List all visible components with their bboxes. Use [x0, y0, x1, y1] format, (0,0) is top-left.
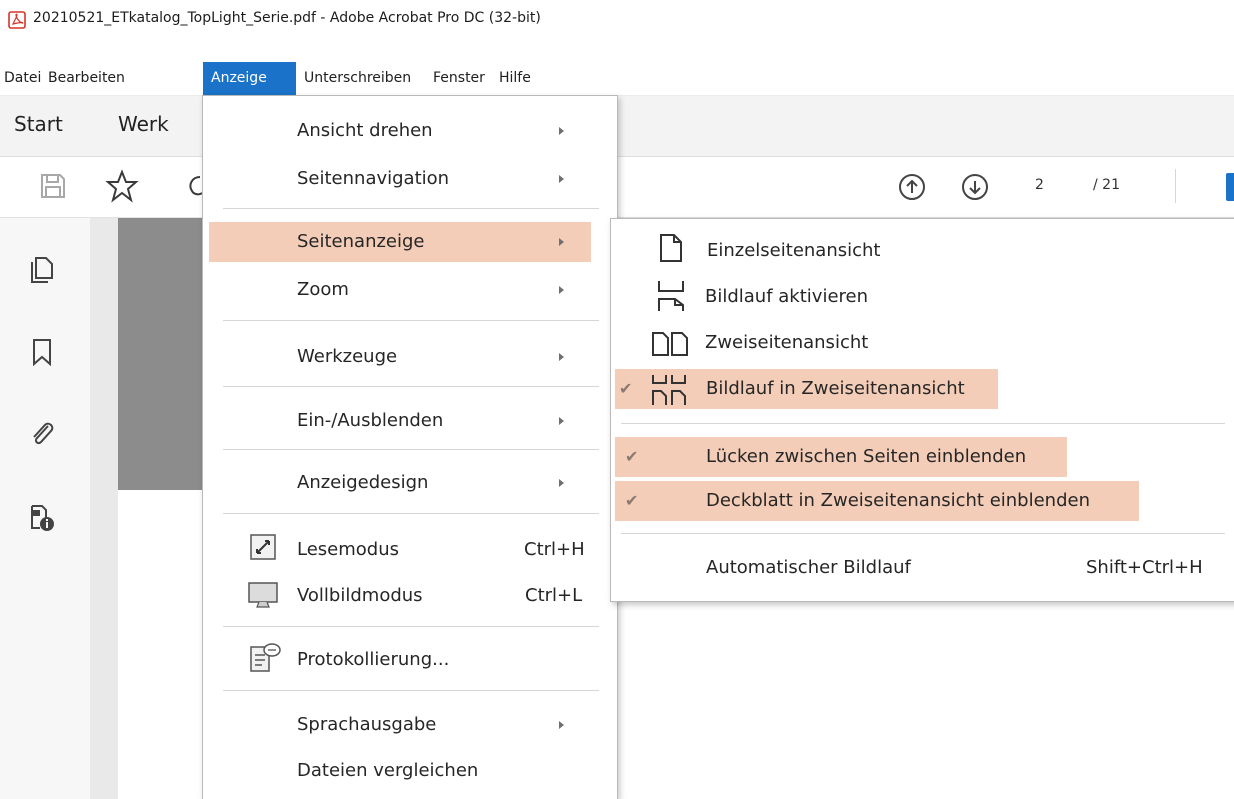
checkmark-icon: ✔ — [619, 379, 633, 398]
attachment-icon[interactable] — [24, 416, 60, 452]
submenu-arrow-icon — [559, 417, 564, 425]
menu-item-ein-ausblenden[interactable]: Ein-/Ausblenden — [203, 401, 617, 441]
next-page-button[interactable] — [962, 174, 988, 200]
submenu-item-einzelseitenansicht[interactable]: Einzelseitenansicht — [611, 231, 1234, 271]
menu-separator — [223, 449, 599, 450]
submenu-separator — [621, 423, 1225, 424]
submenu-arrow-icon — [559, 353, 564, 361]
window-title: 20210521_ETkatalog_TopLight_Serie.pdf - … — [33, 10, 541, 26]
menu-separator — [223, 626, 599, 627]
menu-separator — [223, 386, 599, 387]
checkmark-icon: ✔ — [625, 491, 639, 510]
menu-item-protokollierung[interactable]: Protokollierung... — [203, 640, 617, 680]
shortcut-vollbildmodus: Ctrl+L — [525, 585, 583, 606]
menu-separator — [223, 690, 599, 691]
menu-item-werkzeuge[interactable]: Werkzeuge — [203, 337, 617, 377]
menu-item-seitennavigation[interactable]: Seitennavigation — [203, 159, 617, 199]
menu-item-seitenanzeige[interactable]: Seitenanzeige — [209, 222, 591, 262]
tab-start[interactable]: Start — [14, 112, 63, 136]
menu-bar: Datei Bearbeiten Anzeige Unterschreiben … — [0, 62, 1234, 96]
menu-item-ansicht-drehen[interactable]: Ansicht drehen — [203, 111, 617, 151]
menu-item-dateien-vergleichen[interactable]: Dateien vergleichen — [203, 751, 617, 791]
pdf-file-icon — [8, 11, 26, 29]
star-icon[interactable] — [105, 169, 139, 203]
navigation-pane-gutter — [90, 218, 118, 799]
submenu-item-deckblatt-einblenden[interactable]: ✔ Deckblatt in Zweiseitenansicht einblen… — [615, 481, 1139, 521]
previous-page-button[interactable] — [899, 174, 925, 200]
menu-bearbeiten[interactable]: Bearbeiten — [44, 62, 129, 95]
menu-fenster[interactable]: Fenster — [429, 62, 489, 95]
submenu-arrow-icon — [559, 286, 564, 294]
document-properties-icon[interactable] — [24, 498, 60, 534]
shortcut-automatischer-bildlauf: Shift+Ctrl+H — [1086, 557, 1203, 578]
bookmark-icon[interactable] — [24, 334, 60, 370]
menu-hilfe[interactable]: Hilfe — [495, 62, 535, 95]
menu-datei[interactable]: Datei — [0, 62, 45, 95]
menu-unterschreiben[interactable]: Unterschreiben — [300, 62, 415, 95]
arrow-up-icon — [906, 179, 918, 193]
current-page-input[interactable]: 2 — [1035, 177, 1044, 193]
checkmark-icon: ✔ — [625, 447, 639, 466]
two-page-scrolling-icon — [652, 375, 686, 405]
shortcut-lesemodus: Ctrl+H — [524, 539, 585, 560]
arrow-down-icon — [969, 181, 981, 195]
menu-separator — [223, 513, 599, 514]
menu-item-anzeigedesign[interactable]: Anzeigedesign — [203, 463, 617, 503]
total-pages: / 21 — [1093, 177, 1120, 193]
toolbar-divider — [1175, 169, 1176, 203]
seitenanzeige-submenu: Einzelseitenansicht Bildlauf aktivieren … — [610, 218, 1234, 602]
submenu-arrow-icon — [559, 127, 564, 135]
submenu-separator — [621, 533, 1225, 534]
menu-item-zoom[interactable]: Zoom — [203, 270, 617, 310]
document-background — [118, 490, 208, 799]
title-bar: 20210521_ETkatalog_TopLight_Serie.pdf - … — [0, 0, 1234, 40]
menu-separator — [223, 208, 599, 209]
save-icon[interactable] — [38, 171, 68, 201]
left-navigation-pane — [0, 218, 91, 799]
menu-anzeige[interactable]: Anzeige — [203, 62, 296, 95]
select-tool-icon[interactable] — [1226, 173, 1234, 201]
submenu-arrow-icon — [559, 721, 564, 729]
submenu-arrow-icon — [559, 175, 564, 183]
submenu-item-luecken-einblenden[interactable]: ✔ Lücken zwischen Seiten einblenden — [615, 437, 1067, 477]
anzeige-menu: Ansicht drehen Seitennavigation Seitenan… — [202, 95, 618, 799]
submenu-arrow-icon — [559, 479, 564, 487]
submenu-item-bildlauf-aktivieren[interactable]: Bildlauf aktivieren — [611, 277, 1234, 317]
tab-werkzeuge[interactable]: Werk — [118, 112, 169, 136]
menu-separator — [223, 320, 599, 321]
cloud-icon[interactable] — [186, 171, 202, 201]
document-page-preview — [118, 218, 208, 490]
submenu-arrow-icon — [559, 238, 564, 246]
submenu-item-zweiseitenansicht[interactable]: Zweiseitenansicht — [611, 323, 1234, 363]
page-thumbnails-icon[interactable] — [24, 250, 60, 286]
menu-item-sprachausgabe[interactable]: Sprachausgabe — [203, 705, 617, 745]
submenu-item-bildlauf-in-zweiseitenansicht[interactable]: ✔ Bildlauf in Zweiseitenansicht — [615, 369, 998, 409]
